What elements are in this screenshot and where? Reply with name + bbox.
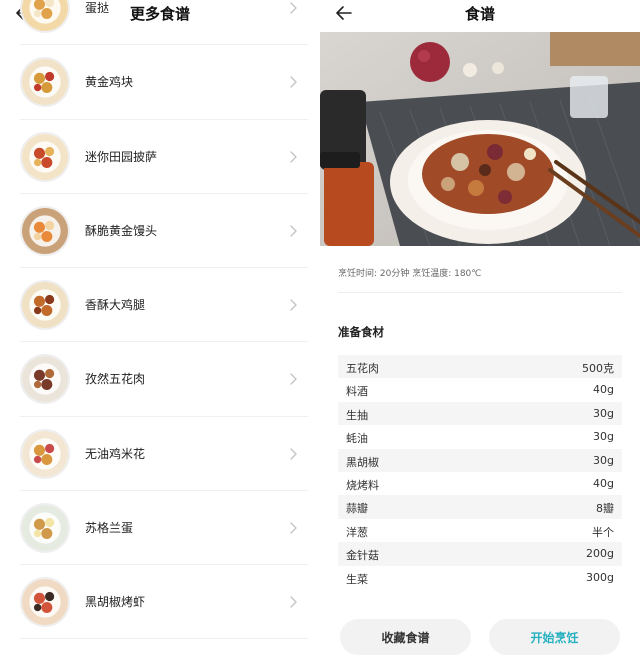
recipe-hero-image [320,32,640,246]
ingredient-quantity: 200g [586,547,614,561]
ingredient-quantity: 30g [593,406,614,420]
recipe-list-item[interactable]: 孜然五花肉 [20,342,308,417]
ingredient-row: 料酒 40g [338,378,622,401]
chevron-right-icon [288,149,298,163]
ingredient-quantity: 40g [593,476,614,490]
recipe-name: 酥脆黄金馒头 [85,223,158,238]
ingredient-quantity: 30g [593,430,614,444]
ingredient-quantity: 500克 [582,362,614,375]
ingredient-name: 五花肉 [346,362,379,375]
ingredient-row: 洋葱 半个 [338,519,622,542]
recipe-name: 迷你田园披萨 [85,149,158,164]
ingredient-row: 黑胡椒 30g [338,448,622,472]
recipe-thumbnail [20,502,70,553]
recipe-name: 蛋挞 [85,1,110,15]
cooking-info: 烹饪时间: 20分钟 烹饪温度: 180℃ [338,269,482,279]
ingredient-quantity: 40g [593,383,614,397]
ingredients-table: 五花肉 500克料酒 40g 生抽 30g 蚝油 30g 黑胡椒 30g 烧烤料 40g 蒜瓣 8瓣洋葱… [338,355,622,589]
page-title: 食谱 [464,5,495,23]
recipe-list-item[interactable]: 无油鸡米花 [20,417,308,491]
recipe-thumbnail [20,205,70,256]
chevron-right-icon [288,446,298,460]
ingredient-name: 金针菇 [346,549,379,563]
ingredient-name: 蒜瓣 [346,502,368,516]
chevron-right-icon [288,371,298,385]
ingredient-name: 料酒 [346,385,368,399]
ingredient-quantity: 300g [586,570,614,584]
recipe-name: 无油鸡米花 [85,446,146,461]
ingredient-row: 五花肉 500克 [338,355,622,379]
recipe-thumbnail [20,57,70,108]
recipe-thumbnail [20,280,70,330]
recipe-name: 香酥大鸡腿 [85,298,146,312]
chevron-right-icon [288,297,298,311]
chevron-right-icon [288,594,298,608]
top-bar: 食谱 [320,0,640,30]
recipe-thumbnail [20,131,70,182]
chevron-right-icon [288,74,298,88]
recipe-detail-screen: 食谱 烹饪时间: 20分钟 烹饪温度: 180℃ 准备食材 五花肉 500克 料… [320,0,640,672]
recipe-list-screen: 更多食谱 蛋挞 黄金鸡块 迷你田园披萨 酥脆黄金馒头 香酥大鸡腿 孜然五花肉 无… [0,0,320,672]
ingredient-row: 生抽 30g [338,401,622,426]
recipe-name: 孜然五花肉 [85,372,146,387]
ingredient-name: 蚝油 [346,432,368,446]
ingredient-name: 生菜 [346,572,368,586]
ingredient-name: 烧烤料 [346,478,379,492]
save-recipe-button[interactable]: 收藏食谱 [340,619,471,655]
recipe-list-item[interactable]: 黄金鸡块 [20,45,308,120]
ingredient-row: 烧烤料 40g [338,472,622,495]
ingredient-name: 洋葱 [346,525,368,539]
recipe-thumbnail [20,428,70,479]
ingredients-heading: 准备食材 [338,325,384,339]
recipe-name: 黑胡椒烤虾 [85,595,146,609]
ingredient-name: 黑胡椒 [346,455,379,469]
recipe-thumbnail [20,354,70,405]
ingredient-quantity: 半个 [592,525,614,539]
ingredient-quantity: 8瓣 [596,502,614,516]
ingredient-row: 蒜瓣 8瓣 [338,495,622,519]
divider [338,292,622,293]
ingredient-row: 蚝油 30g [338,425,622,448]
ingredient-row: 生菜 300g [338,566,622,589]
recipe-name: 苏格兰蛋 [85,520,134,535]
recipe-list: 蛋挞 黄金鸡块 迷你田园披萨 酥脆黄金馒头 香酥大鸡腿 孜然五花肉 无油鸡米花 … [0,0,320,640]
recipe-name: 黄金鸡块 [85,75,134,90]
recipe-list-item[interactable]: 苏格兰蛋 [20,491,308,565]
ingredient-quantity: 30g [593,453,614,467]
recipe-list-item[interactable]: 蛋挞 [20,0,308,46]
recipe-list-item[interactable]: 香酥大鸡腿 [20,268,308,343]
recipe-list-item[interactable]: 迷你田园披萨 [20,120,308,194]
recipe-list-item[interactable]: 黑胡椒烤虾 [20,565,308,640]
recipe-thumbnail [20,577,70,627]
recipe-thumbnail [20,0,70,33]
chevron-right-icon [288,520,298,534]
ingredient-row: 金针菇 200g [338,542,622,566]
start-cooking-button[interactable]: 开始烹饪 [489,619,620,655]
recipe-list-item[interactable]: 酥脆黄金馒头 [20,194,308,268]
chevron-right-icon [288,0,298,14]
chevron-right-icon [288,223,298,237]
ingredient-name: 生抽 [346,408,368,422]
